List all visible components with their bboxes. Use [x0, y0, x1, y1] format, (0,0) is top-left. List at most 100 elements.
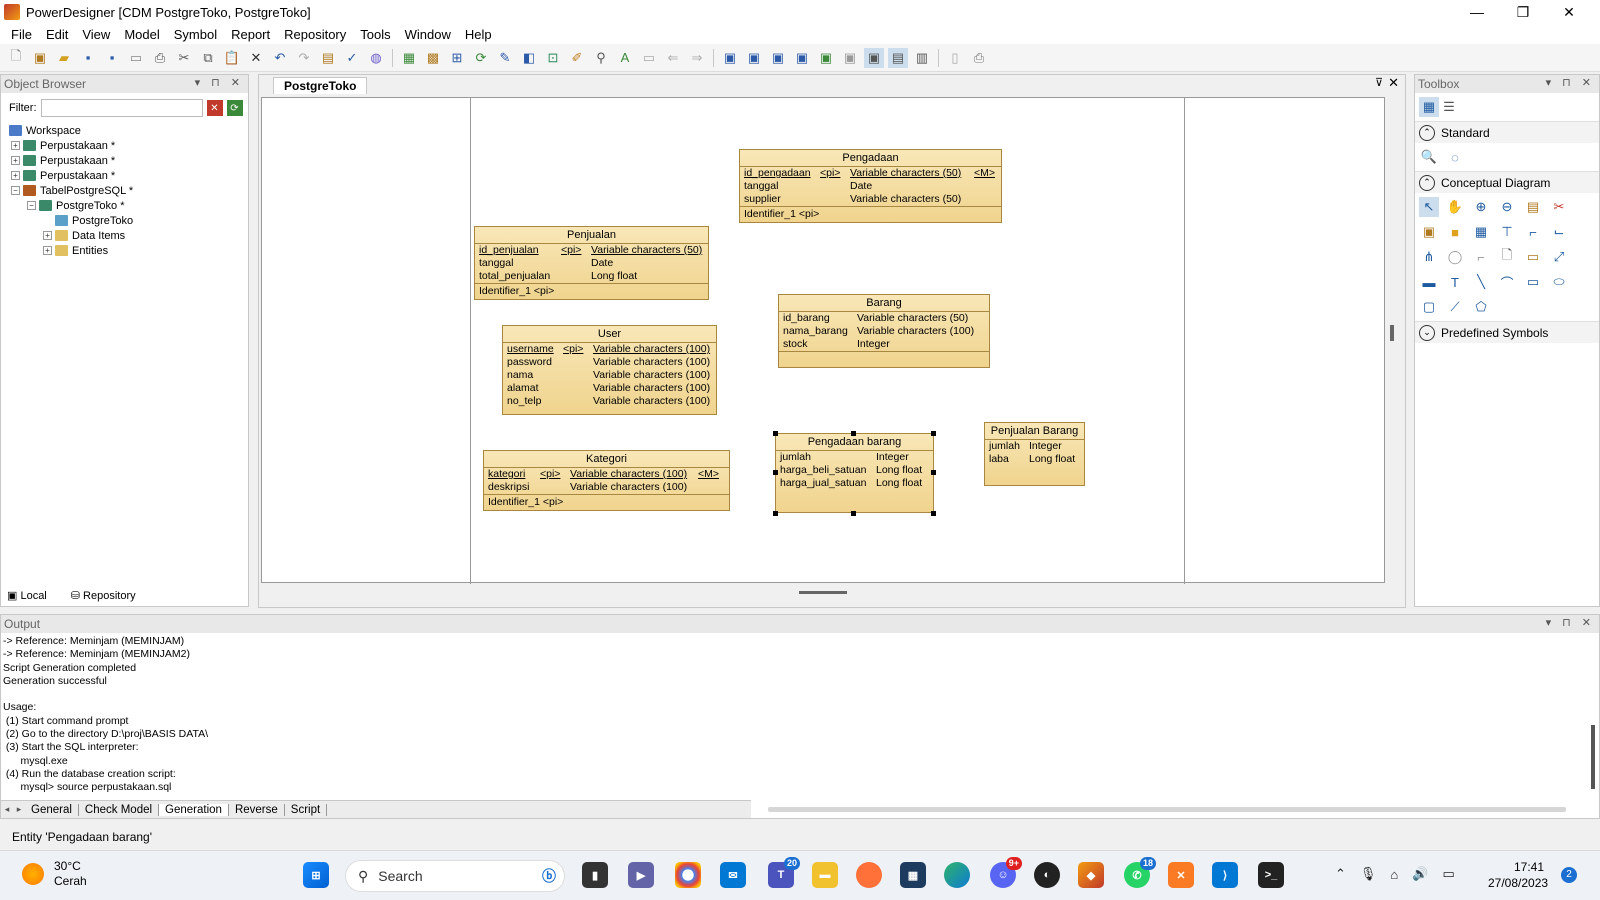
menu-report[interactable]: Report [224, 27, 277, 42]
teams-icon[interactable]: T 20 [768, 857, 800, 888]
line-icon[interactable]: ╲ [1471, 272, 1491, 292]
association-link-icon[interactable]: ⋔ [1419, 247, 1439, 267]
table-tool-icon[interactable]: ▦ [1471, 222, 1491, 242]
report-icon[interactable]: ✎ [495, 48, 515, 68]
tree-node-perpustakaan-2[interactable]: + Perpustakaan * [9, 153, 133, 168]
zoom-in-icon[interactable]: ▣ [744, 48, 764, 68]
collapse-icon[interactable]: − [27, 201, 36, 210]
layout-icon[interactable]: ▣ [840, 48, 860, 68]
vscode-icon[interactable]: ⟩ [1212, 862, 1238, 888]
horizontal-scrollbar-thumb[interactable] [799, 591, 847, 594]
network-icon[interactable]: ⌂ [1390, 867, 1398, 882]
open-diagram-icon[interactable]: ▤ [1523, 197, 1543, 217]
notification-badge[interactable]: 2 [1561, 867, 1577, 883]
discord-icon[interactable]: ☺ 9+ [990, 857, 1022, 888]
tree-node-postgretoko-model[interactable]: − PostgreToko * [9, 198, 133, 213]
selection-handle[interactable] [931, 511, 936, 516]
whatsapp-icon[interactable]: ✆ 18 [1124, 857, 1156, 888]
selection-handle[interactable] [851, 431, 856, 436]
battery-icon[interactable]: ▭ [1442, 866, 1454, 882]
menu-edit[interactable]: Edit [39, 27, 75, 42]
tree-node-data-items[interactable]: + Data Items [9, 228, 133, 243]
association-icon[interactable]: ⌙ [1549, 222, 1569, 242]
entity-pengadaan[interactable]: Pengadaan id_pengadaan <pi> Variable chara… [739, 149, 1002, 223]
polyline-icon[interactable]: ⟋ [1445, 297, 1465, 317]
entity-barang[interactable]: Barang id_barang Variable characters (50)… [778, 294, 990, 368]
entity-user[interactable]: User username <pi> Variable characters (10… [502, 325, 717, 415]
expand-icon[interactable]: + [11, 171, 20, 180]
selection-handle[interactable] [773, 470, 778, 475]
open-folder-icon[interactable]: ▰ [54, 48, 74, 68]
refresh-filter-icon[interactable]: ⟳ [226, 100, 243, 116]
entity-penjualan-barang[interactable]: Penjualan Barang jumlah Integer laba Long … [984, 422, 1085, 486]
chrome-icon[interactable] [675, 862, 701, 888]
menu-window[interactable]: Window [398, 27, 458, 42]
open-project-icon[interactable]: ▣ [30, 48, 50, 68]
view-toggle-icon[interactable]: ▣ [864, 47, 884, 68]
volume-icon[interactable]: 🔊 [1412, 866, 1428, 882]
domain-icon[interactable]: ◯ [1445, 247, 1465, 267]
package-icon[interactable]: ▣ [1419, 222, 1439, 242]
lasso-icon[interactable]: ◌ [1445, 147, 1465, 167]
clock[interactable]: 17:41 27/08/2023 [1488, 859, 1548, 891]
polygon-icon[interactable]: ⬠ [1471, 297, 1491, 317]
diagram-icon[interactable]: ▦ [399, 48, 419, 68]
zoom-fit-icon[interactable]: ▣ [792, 48, 812, 68]
toolbox-section-predefined[interactable]: ⌄ Predefined Symbols [1415, 321, 1599, 343]
inheritance-icon[interactable]: ⊤ [1497, 222, 1517, 242]
diagram-canvas[interactable]: Pengadaan id_pengadaan <pi> Variable chara… [261, 97, 1385, 584]
selection-handle[interactable] [931, 470, 936, 475]
print-preview-icon[interactable]: ▭ [126, 48, 146, 68]
expand-icon[interactable]: + [43, 246, 52, 255]
delete-tool-icon[interactable]: ✂ [1549, 197, 1569, 217]
weather-widget[interactable]: 30°C Cerah [22, 859, 87, 889]
menu-model[interactable]: Model [117, 27, 166, 42]
text-tool-icon[interactable]: T [1445, 272, 1465, 292]
repository-icon[interactable]: ◍ [366, 48, 386, 68]
output-horizontal-scrollbar[interactable] [768, 807, 1566, 812]
clear-filter-icon[interactable]: ✕ [206, 100, 223, 116]
powerdesigner-taskbar-icon[interactable]: ◆ [1078, 862, 1104, 888]
menu-repository[interactable]: Repository [277, 27, 353, 42]
rounded-rectangle-icon[interactable]: ▢ [1419, 297, 1439, 317]
teams-chat-icon[interactable]: ▶ [628, 862, 654, 888]
format-painter-icon[interactable]: ⚲ [591, 48, 611, 68]
model-icon[interactable]: ▩ [423, 48, 443, 68]
xampp-icon[interactable]: ✕ [1168, 862, 1194, 888]
tree-node-perpustakaan-1[interactable]: + Perpustakaan * [9, 138, 133, 153]
toolbox-section-conceptual[interactable]: ⌃ Conceptual Diagram [1415, 171, 1599, 193]
tab-list-icon[interactable]: ⊽ [1375, 76, 1383, 89]
pointer-icon[interactable]: ↖ [1419, 197, 1439, 217]
entity-penjualan[interactable]: Penjualan id_penjualan <pi> Variable chara… [474, 226, 709, 300]
edge-icon[interactable] [944, 862, 970, 888]
zoom-page-icon[interactable]: ▣ [720, 48, 740, 68]
cut-icon[interactable]: ✂ [174, 48, 194, 68]
mail-icon[interactable]: ✉ [720, 862, 746, 888]
menu-file[interactable]: File [4, 27, 39, 42]
app-icon[interactable]: ▦ [900, 862, 926, 888]
generate-icon[interactable]: ⊞ [447, 48, 467, 68]
filter-input[interactable] [40, 99, 203, 117]
link-tool-icon[interactable]: ⤢ [1549, 247, 1569, 267]
undo-icon[interactable]: ↶ [270, 48, 290, 68]
tab-script[interactable]: Script [285, 803, 328, 816]
grid-view-icon[interactable]: ▦ [1419, 97, 1439, 117]
expand-icon[interactable]: + [43, 231, 52, 240]
collapse-icon[interactable]: − [11, 186, 20, 195]
relationship-icon[interactable]: ⌐ [1523, 222, 1543, 242]
task-view-icon[interactable]: ▮ [582, 862, 608, 888]
taskbar-search[interactable]: ⚲ Search ⓑ [345, 860, 565, 892]
delete-icon[interactable]: ✕ [246, 48, 266, 68]
tree-node-workspace[interactable]: Workspace [9, 123, 133, 138]
link-icon[interactable]: ⌐ [1471, 247, 1491, 267]
fit-icon[interactable]: ⊡ [543, 48, 563, 68]
back-icon[interactable]: ⇐ [663, 48, 683, 68]
minimize-button[interactable]: — [1454, 0, 1500, 24]
selection-handle[interactable] [773, 511, 778, 516]
toolbox-section-standard[interactable]: ⌃ Standard [1415, 121, 1599, 143]
file-explorer-icon[interactable]: ▬ [812, 862, 838, 888]
output-toggle-icon[interactable]: ▥ [912, 48, 932, 68]
tree-node-perpustakaan-3[interactable]: + Perpustakaan * [9, 168, 133, 183]
zoom-out-tool-icon[interactable]: ⊖ [1497, 197, 1517, 217]
entity-kategori[interactable]: Kategori kategori <pi> Variable characters… [483, 450, 730, 511]
